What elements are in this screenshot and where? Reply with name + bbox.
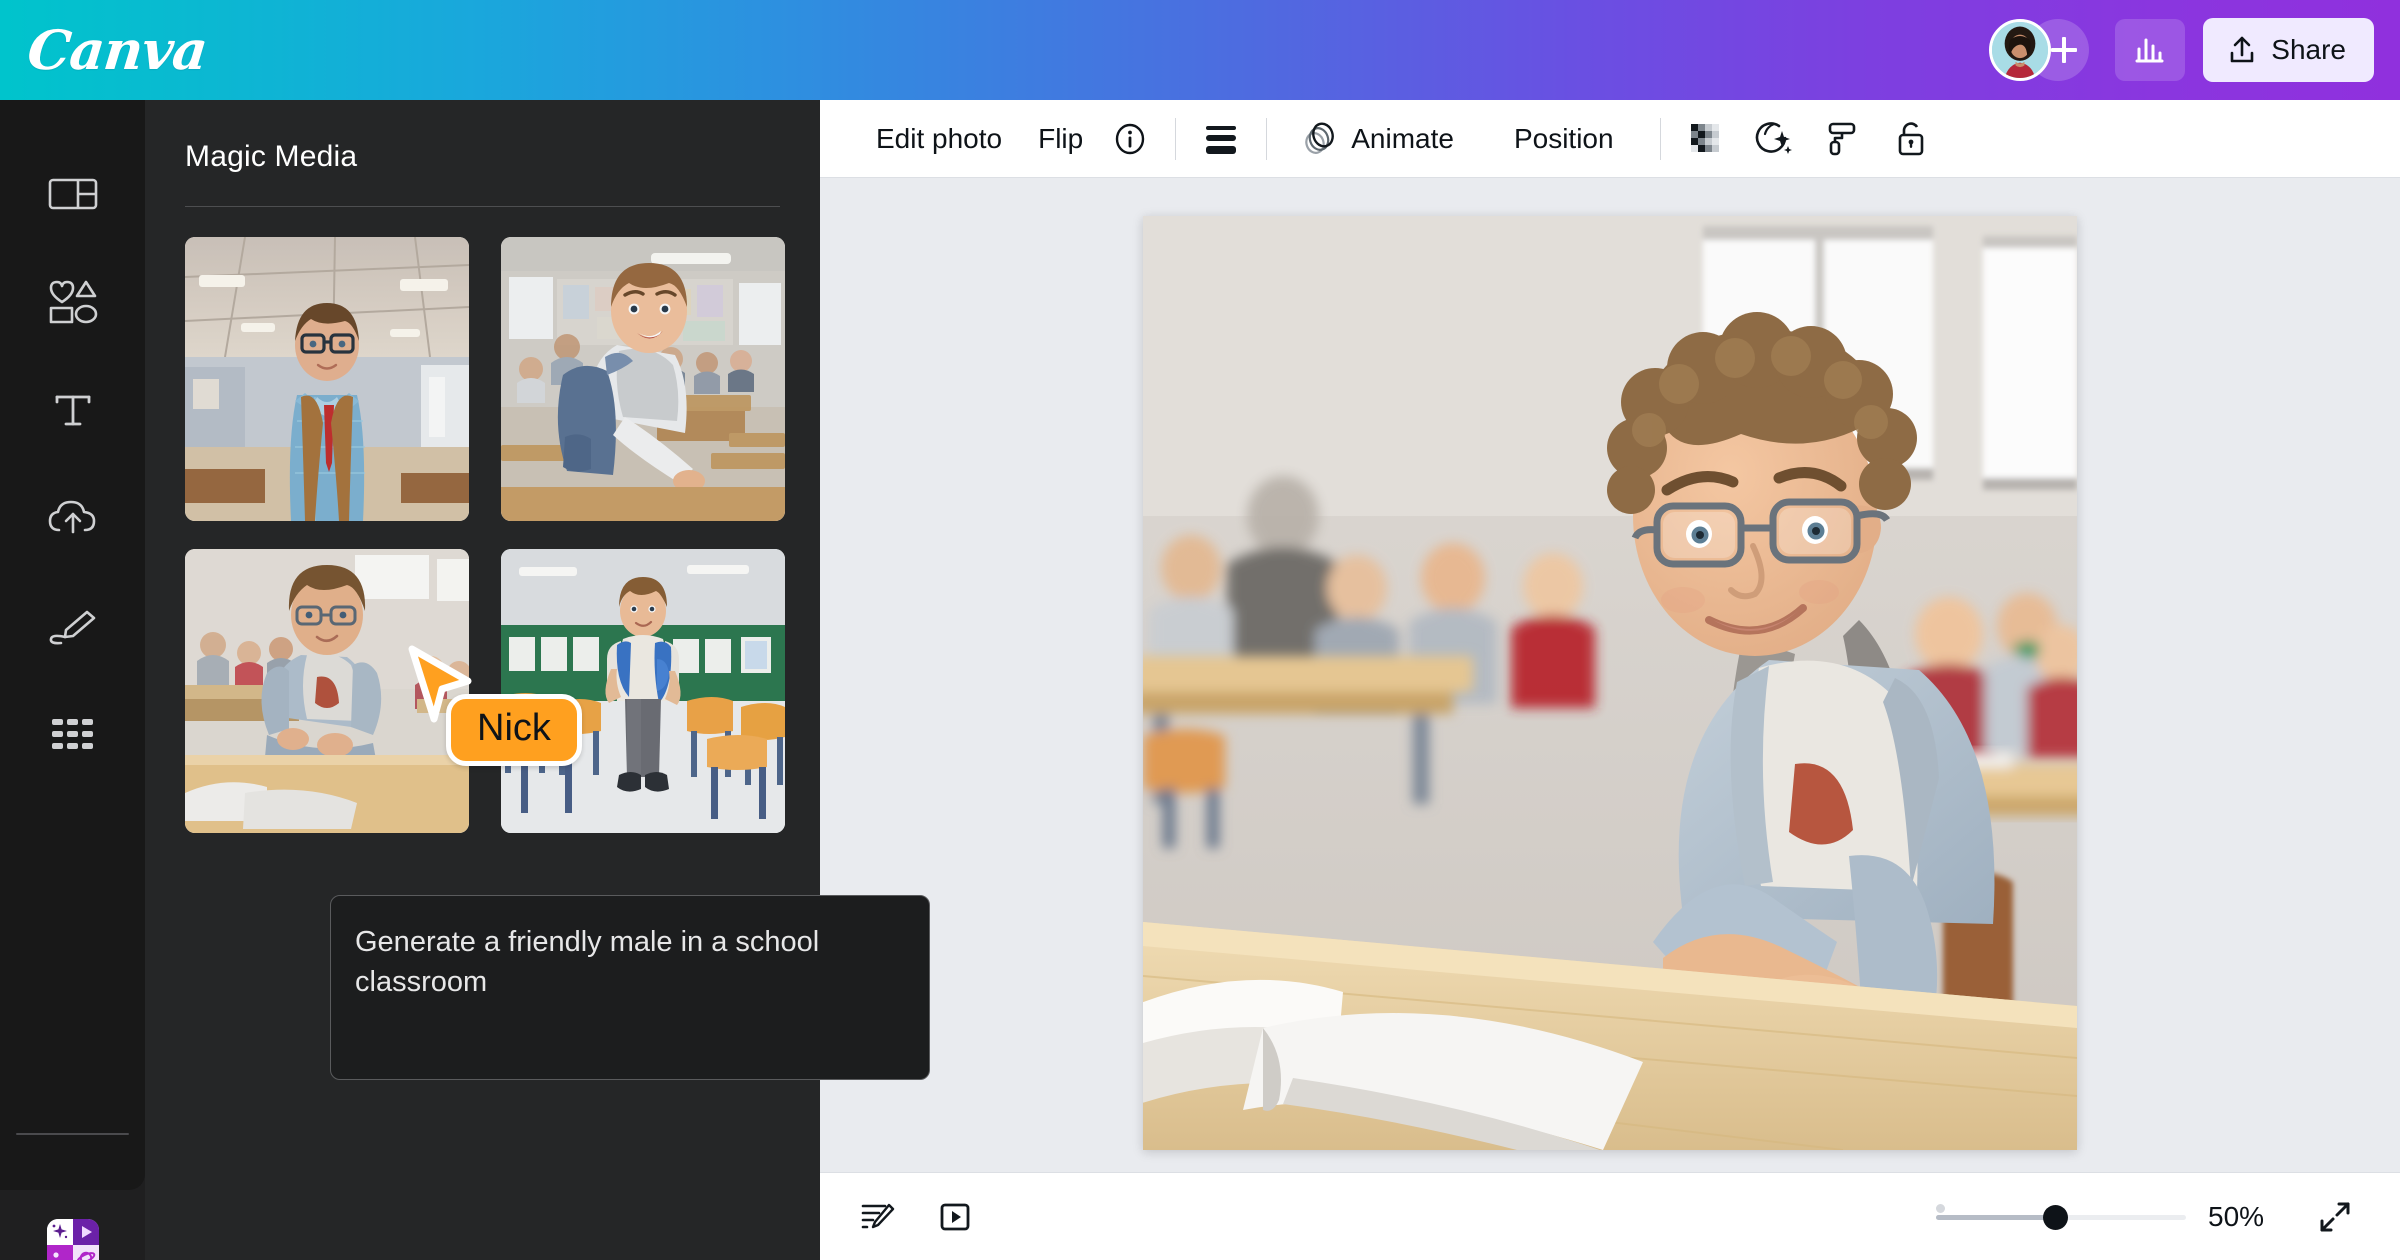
- sidebar-item-text[interactable]: [0, 356, 145, 464]
- zoom-slider-marker: [1936, 1203, 1945, 1213]
- animate-icon: [1305, 121, 1335, 154]
- top-bar: Canva Share: [0, 0, 2400, 100]
- paint-roller-icon: [1828, 122, 1855, 155]
- shapes-icon: [49, 280, 97, 324]
- sidebar-divider: [16, 1133, 129, 1135]
- present-play-icon: [940, 1203, 970, 1230]
- cloud-upload-icon: [48, 500, 95, 534]
- canvas-image: [1143, 216, 2077, 1150]
- sidebar-item-apps[interactable]: [0, 680, 145, 788]
- canva-editor-window: Canva Share Magic Media Generate a frien…: [0, 0, 2400, 1260]
- toolbar-divider: [1175, 117, 1177, 160]
- zoom-slider-fill: [1936, 1214, 2054, 1220]
- info-icon: [1116, 123, 1145, 154]
- generated-results-grid: [185, 237, 785, 833]
- layers-icon: [1206, 125, 1237, 154]
- sidebar-rail: [0, 100, 145, 1260]
- zoom-controls: 50%: [1936, 1188, 2366, 1246]
- flip-button[interactable]: Flip: [1020, 111, 1101, 167]
- design-page[interactable]: [1143, 216, 2077, 1150]
- pen-icon: [49, 610, 95, 645]
- fullscreen-button[interactable]: [2304, 1188, 2366, 1246]
- expand-fullscreen-icon: [2320, 1202, 2350, 1231]
- result-thumbnail[interactable]: [501, 237, 785, 521]
- unlock-icon: [1898, 121, 1923, 155]
- present-button[interactable]: [924, 1188, 986, 1246]
- sidebar-item-design[interactable]: [0, 140, 145, 248]
- editor-area: Edit photo Flip Animate Position 50%: [820, 100, 2400, 1260]
- grid-apps-icon: [51, 719, 93, 749]
- collaborators: [1989, 19, 2097, 81]
- bar-chart-icon: [2135, 38, 2164, 63]
- sidebar-item-draw[interactable]: [0, 572, 145, 680]
- animate-button[interactable]: Animate: [1283, 111, 1472, 167]
- transparency-button[interactable]: [1677, 111, 1735, 167]
- result-thumbnail[interactable]: [501, 549, 785, 833]
- prompt-input[interactable]: Generate a friendly male in a school cla…: [330, 895, 930, 1080]
- animate-label: Animate: [1351, 122, 1454, 154]
- top-bar-actions: Share: [1989, 18, 2400, 82]
- magic-sparkle-icon: [1755, 121, 1792, 154]
- result-thumbnail[interactable]: [185, 237, 469, 521]
- toolbar-divider: [1266, 117, 1268, 160]
- panel-title: Magic Media: [185, 140, 358, 173]
- paint-button[interactable]: [1813, 111, 1871, 167]
- panel-divider: [185, 206, 780, 207]
- bottom-bar: 50%: [820, 1172, 2400, 1260]
- analytics-button[interactable]: [2115, 19, 2186, 81]
- share-label: Share: [2271, 34, 2346, 65]
- text-icon: [55, 395, 90, 426]
- plus-icon: [2051, 37, 2078, 63]
- canvas-viewport[interactable]: [820, 178, 2400, 1188]
- design-layout-icon: [48, 178, 97, 210]
- zoom-slider-thumb[interactable]: [2043, 1204, 2068, 1230]
- canva-logo[interactable]: Canva: [25, 18, 210, 82]
- share-button[interactable]: Share: [2203, 18, 2374, 82]
- upload-icon: [2230, 36, 2254, 63]
- transparency-grid-icon: [1690, 123, 1719, 152]
- sidebar-item-magic-media[interactable]: [0, 1190, 145, 1260]
- info-button[interactable]: [1101, 111, 1159, 167]
- lock-button[interactable]: [1881, 111, 1939, 167]
- magic-media-app-icon: [46, 1219, 99, 1260]
- toolbar-divider: [1659, 117, 1661, 160]
- sidebar-item-uploads[interactable]: [0, 464, 145, 572]
- result-thumbnail[interactable]: [185, 549, 469, 833]
- magic-edit-button[interactable]: [1745, 111, 1803, 167]
- sidebar-item-elements[interactable]: [0, 248, 145, 356]
- sidebar-rail-top: [0, 100, 145, 1190]
- notes-pencil-icon: [861, 1203, 895, 1228]
- zoom-slider[interactable]: [1936, 1202, 2186, 1232]
- zoom-level-label: 50%: [2208, 1200, 2265, 1232]
- edit-photo-button[interactable]: Edit photo: [858, 111, 1020, 167]
- position-button[interactable]: Position: [1496, 111, 1632, 167]
- layers-button[interactable]: [1192, 111, 1250, 167]
- magic-media-panel: Magic Media Generate a friendly male in …: [145, 100, 930, 1260]
- object-toolbar: Edit photo Flip Animate Position: [820, 100, 2400, 178]
- avatar[interactable]: [1989, 19, 2052, 81]
- notes-button[interactable]: [846, 1188, 908, 1246]
